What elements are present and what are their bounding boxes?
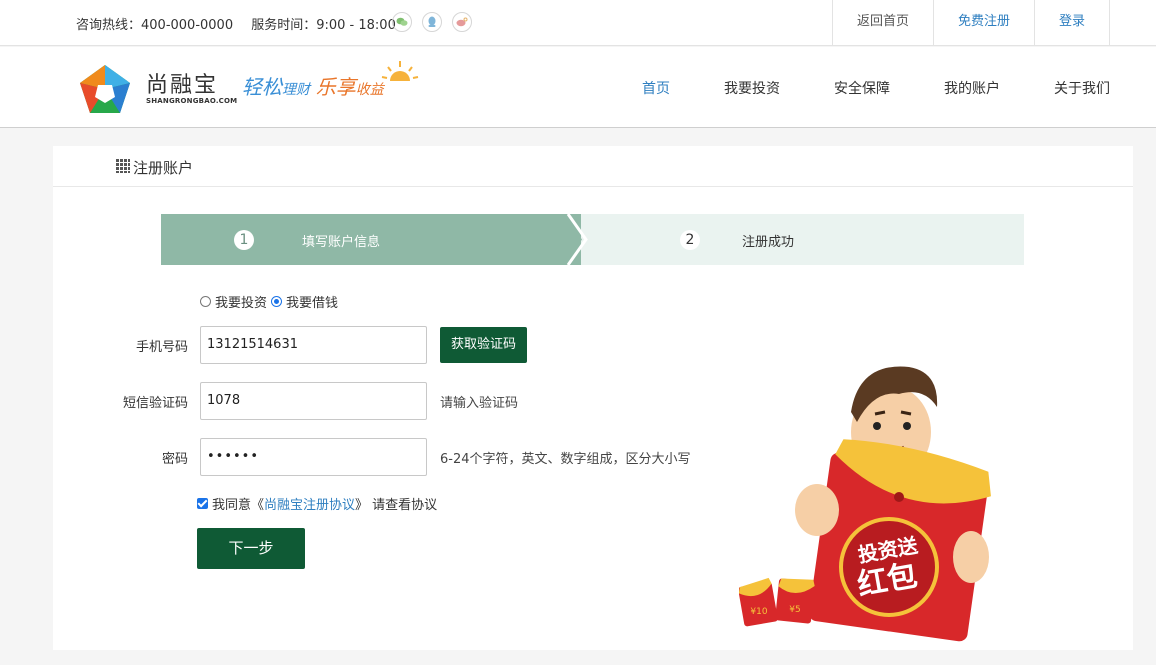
- step-label: 注册成功: [742, 235, 795, 250]
- logo-icon[interactable]: [78, 63, 132, 115]
- service-time-text: 服务时间：9:00 - 18:00: [251, 18, 396, 33]
- brand-domain: SHANGRONGBAO.COM: [146, 97, 238, 105]
- slogan-part: 乐享: [315, 75, 356, 99]
- wechat-icon[interactable]: [392, 12, 412, 32]
- get-code-button[interactable]: 获取验证码: [440, 327, 527, 363]
- progress-steps: 2 注册成功 1 填写账户信息: [161, 214, 1024, 265]
- qq-icon[interactable]: [422, 12, 442, 32]
- panel-title: 注册账户: [133, 159, 194, 177]
- slogan-part: 理财: [282, 82, 310, 98]
- top-links: 返回首页 免费注册 登录: [831, 0, 1110, 46]
- sun-icon: [380, 59, 420, 89]
- agree-prefix: 我同意《: [212, 498, 265, 513]
- login-link[interactable]: 登录: [1035, 0, 1110, 46]
- role-selector: 我要投资 我要借钱: [200, 292, 342, 311]
- password-input[interactable]: ••••••: [200, 438, 427, 476]
- agreement-row: 我同意《 尚融宝注册协议》 请查看协议: [197, 494, 437, 513]
- radio-invest[interactable]: [200, 296, 211, 307]
- nav-about[interactable]: 关于我们: [1054, 78, 1110, 98]
- next-button[interactable]: 下一步: [197, 528, 305, 569]
- phone-input[interactable]: 13121514631: [200, 326, 427, 364]
- agreement-link[interactable]: 尚融宝注册协议: [264, 494, 355, 513]
- main-header: 尚融宝 SHANGRONGBAO.COM 轻松理财 乐享收益 首页 我要投资 安…: [0, 47, 1156, 128]
- brand-name: 尚融宝: [146, 73, 219, 98]
- red-envelope-illustration: 投资送 红包 ¥10 ¥5: [738, 352, 1009, 650]
- nav-invest[interactable]: 我要投资: [724, 78, 780, 98]
- slogan-part: 轻松: [242, 75, 282, 99]
- password-label: 密码: [161, 452, 188, 467]
- sms-code-hint: 请输入验证码: [440, 396, 519, 411]
- top-bar: 咨询热线：400-000-0000 服务时间：9:00 - 18:00 返回首页…: [0, 0, 1156, 46]
- panel-header: 注册账户: [53, 146, 1133, 187]
- contact-info: 咨询热线：400-000-0000 服务时间：9:00 - 18:00: [76, 14, 410, 33]
- step-2: 2 注册成功: [581, 214, 1024, 265]
- step-number: 1: [234, 230, 254, 250]
- small-envelope-5: ¥5: [789, 605, 800, 615]
- phone-label: 手机号码: [135, 340, 188, 355]
- step-1: 1 填写账户信息: [161, 214, 581, 265]
- agree-checkbox[interactable]: [197, 498, 208, 509]
- slogan: 轻松理财 乐享收益: [242, 71, 384, 100]
- main-nav: 首页 我要投资 安全保障 我的账户 关于我们: [588, 47, 1110, 128]
- nav-security[interactable]: 安全保障: [834, 78, 890, 98]
- step-number: 2: [680, 230, 700, 250]
- register-panel: 注册账户 2 注册成功 1 填写账户信息 我要投资 我要借钱 手机号码 1312…: [53, 146, 1133, 650]
- radio-invest-label[interactable]: 我要投资: [215, 292, 267, 311]
- weibo-icon[interactable]: [452, 12, 472, 32]
- sms-code-input[interactable]: 1078: [200, 382, 427, 420]
- radio-borrow-label[interactable]: 我要借钱: [286, 292, 338, 311]
- nav-account[interactable]: 我的账户: [944, 78, 1000, 98]
- radio-borrow[interactable]: [271, 296, 283, 307]
- hotline-text: 咨询热线：400-000-0000: [76, 18, 234, 33]
- sms-code-label: 短信验证码: [122, 396, 188, 411]
- agree-suffix: 》 请查看协议: [355, 498, 438, 513]
- step-label: 填写账户信息: [302, 235, 381, 250]
- step-arrow-icon: [564, 214, 588, 265]
- small-envelope-10: ¥10: [750, 607, 767, 617]
- register-link[interactable]: 免费注册: [934, 0, 1035, 46]
- grid-icon: [116, 159, 130, 173]
- home-link[interactable]: 返回首页: [833, 0, 934, 46]
- nav-home[interactable]: 首页: [642, 78, 670, 98]
- password-hint: 6-24个字符，英文、数字组成，区分大小写: [440, 452, 691, 467]
